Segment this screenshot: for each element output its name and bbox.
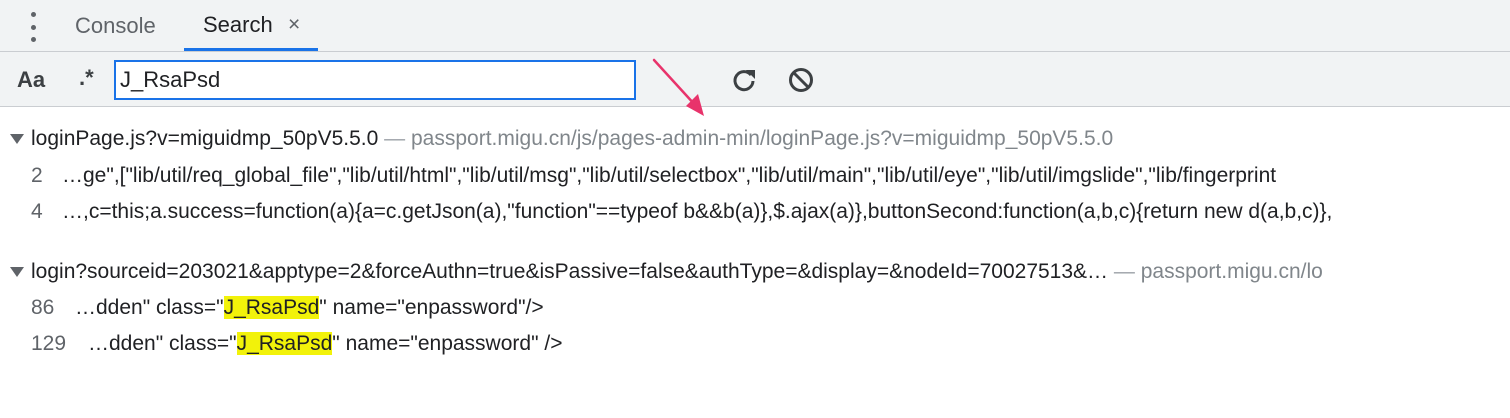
search-results: loginPage.js?v=miguidmp_50pV5.5.0 — pass… xyxy=(0,107,1510,418)
match-highlight: J_RsaPsd xyxy=(223,296,320,319)
search-input[interactable] xyxy=(114,60,636,100)
close-icon[interactable]: × xyxy=(288,0,300,50)
match-text: …,c=this;a.success=function(a){a=c.getJs… xyxy=(62,200,1333,223)
line-number: 2 xyxy=(31,164,43,187)
tab-search[interactable]: Search × xyxy=(184,0,318,51)
tab-console[interactable]: Console xyxy=(75,0,156,51)
kebab-menu-icon[interactable] xyxy=(26,12,40,42)
line-number: 129 xyxy=(31,332,67,355)
result-file-url: passport.migu.cn/lo xyxy=(1140,260,1323,283)
match-text: …ge",["lib/util/req_global_file","lib/ut… xyxy=(62,164,1277,187)
triangle-down-icon[interactable] xyxy=(10,134,24,144)
result-file-name: loginPage.js?v=miguidmp_50pV5.5.0 xyxy=(31,127,379,150)
regex-button[interactable]: .* xyxy=(79,65,94,91)
drawer-tab-bar: Console Search × xyxy=(0,0,1510,52)
match-text: …dden" class="J_RsaPsd" name="enpassword… xyxy=(75,296,544,319)
result-file-name: login?sourceid=203021&apptype=2&forceAut… xyxy=(31,260,1109,283)
match-highlight: J_RsaPsd xyxy=(236,332,333,355)
clear-icon[interactable] xyxy=(787,66,815,94)
search-toolbar: Aa .* xyxy=(0,52,1510,107)
match-text: …dden" class="J_RsaPsd" name="enpassword… xyxy=(88,332,563,355)
result-file-url: passport.migu.cn/js/pages-admin-min/logi… xyxy=(411,127,1114,150)
triangle-down-icon[interactable] xyxy=(10,267,24,277)
refresh-icon[interactable] xyxy=(730,66,758,94)
result-separator: — xyxy=(1108,260,1141,283)
tab-search-label: Search xyxy=(203,12,273,37)
line-number: 86 xyxy=(31,296,55,319)
result-separator: — xyxy=(378,127,411,150)
line-number: 4 xyxy=(31,200,43,223)
match-case-button[interactable]: Aa xyxy=(17,67,45,93)
